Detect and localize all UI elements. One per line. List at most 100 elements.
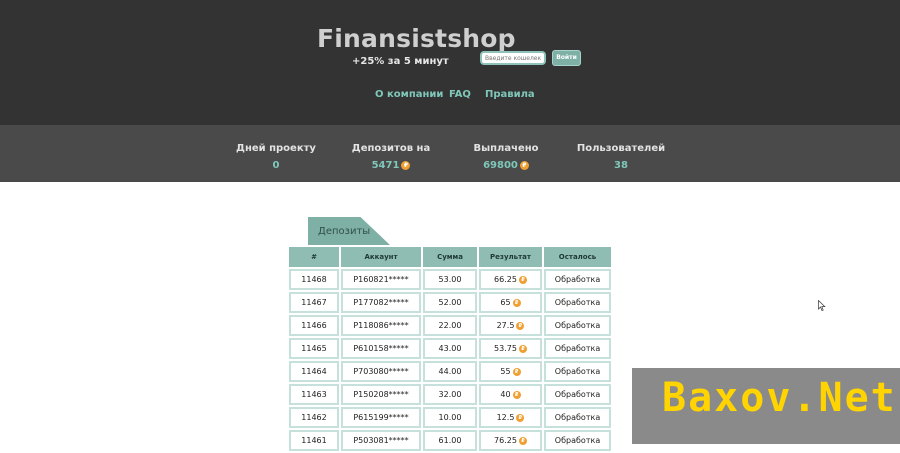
cell-result: 27.5 ₽ bbox=[479, 315, 542, 336]
cell-id: 11466 bbox=[289, 315, 339, 336]
nav-about[interactable]: О компании bbox=[375, 89, 443, 100]
cell-amount: 22.00 bbox=[423, 315, 477, 336]
watermark-text: Baxov.Net bbox=[662, 375, 897, 421]
cell-account: P615199***** bbox=[341, 407, 421, 428]
cell-result-text: 65 bbox=[500, 298, 511, 307]
cell-status-text: Обработка bbox=[554, 390, 601, 399]
cell-account-text: P703080***** bbox=[353, 367, 409, 376]
site-tagline: +25% за 5 минут bbox=[352, 56, 449, 67]
cell-amount-text: 22.00 bbox=[438, 321, 462, 330]
cell-status-text: Обработка bbox=[554, 344, 601, 353]
cell-account: P177082***** bbox=[341, 292, 421, 313]
tab-deposits[interactable]: Депозиты bbox=[308, 217, 390, 245]
cell-result: 66.25 ₽ bbox=[479, 269, 542, 290]
cell-id-text: 11466 bbox=[301, 321, 327, 330]
cell-account: P610158***** bbox=[341, 338, 421, 359]
table-row: 11463 P150208***** 32.00 40 ₽ Обработка bbox=[289, 384, 611, 405]
cell-id-text: 11464 bbox=[301, 367, 327, 376]
cell-status: Обработка bbox=[544, 361, 611, 382]
cell-status: Обработка bbox=[544, 269, 611, 290]
login-button[interactable]: Войти bbox=[552, 50, 581, 66]
cell-status-text: Обработка bbox=[554, 367, 601, 376]
cell-amount-text: 52.00 bbox=[438, 298, 462, 307]
cell-result: 12.5 ₽ bbox=[479, 407, 542, 428]
mouse-cursor-icon bbox=[818, 300, 826, 311]
cell-account: P160821***** bbox=[341, 269, 421, 290]
coin-icon: ₽ bbox=[518, 275, 527, 284]
cell-amount: 61.00 bbox=[423, 430, 477, 451]
stats-bar: Дней проекту 0 Депозитов на 5471 ₽ Выплач… bbox=[0, 125, 900, 182]
stat-label: Пользователей bbox=[576, 143, 666, 154]
cell-id-text: 11465 bbox=[301, 344, 327, 353]
cell-id: 11468 bbox=[289, 269, 339, 290]
cell-status: Обработка bbox=[544, 338, 611, 359]
column-header-id: # bbox=[289, 247, 339, 267]
cell-status-text: Обработка bbox=[554, 298, 601, 307]
site-header: Finansistshop +25% за 5 минут Войти О ко… bbox=[0, 0, 900, 125]
cell-status-text: Обработка bbox=[554, 413, 601, 422]
cell-amount-text: 32.00 bbox=[438, 390, 462, 399]
cell-id: 11463 bbox=[289, 384, 339, 405]
coin-icon: ₽ bbox=[516, 321, 525, 330]
cell-status: Обработка bbox=[544, 384, 611, 405]
cell-status-text: Обработка bbox=[554, 321, 601, 330]
cell-amount: 32.00 bbox=[423, 384, 477, 405]
cell-amount-text: 10.00 bbox=[438, 413, 462, 422]
cell-account-text: P150208***** bbox=[353, 390, 409, 399]
cell-account: P118086***** bbox=[341, 315, 421, 336]
cell-account-text: P177082***** bbox=[353, 298, 409, 307]
coin-icon: ₽ bbox=[518, 436, 527, 445]
cell-status-text: Обработка bbox=[554, 275, 601, 284]
cell-amount: 53.00 bbox=[423, 269, 477, 290]
stat-value: 38 bbox=[614, 160, 628, 171]
cell-id: 11461 bbox=[289, 430, 339, 451]
cell-result-text: 27.5 bbox=[496, 321, 515, 330]
cell-id: 11462 bbox=[289, 407, 339, 428]
column-header-amount: Сумма bbox=[423, 247, 477, 267]
cell-amount: 44.00 bbox=[423, 361, 477, 382]
cell-amount: 43.00 bbox=[423, 338, 477, 359]
coin-icon: ₽ bbox=[519, 160, 529, 170]
cell-id-text: 11467 bbox=[301, 298, 327, 307]
cell-amount-text: 44.00 bbox=[438, 367, 462, 376]
cell-amount: 10.00 bbox=[423, 407, 477, 428]
cell-result-text: 12.5 bbox=[496, 413, 515, 422]
cell-status: Обработка bbox=[544, 430, 611, 451]
table-row: 11462 P615199***** 10.00 12.5 ₽ Обработка bbox=[289, 407, 611, 428]
cell-account-text: P610158***** bbox=[353, 344, 409, 353]
nav-rules[interactable]: Правила bbox=[485, 89, 535, 100]
table-row: 11461 P503081***** 61.00 76.25 ₽ Обработка bbox=[289, 430, 611, 451]
cell-account-text: P118086***** bbox=[353, 321, 409, 330]
coin-icon: ₽ bbox=[512, 298, 521, 307]
cell-account: P703080***** bbox=[341, 361, 421, 382]
coin-icon: ₽ bbox=[518, 344, 527, 353]
wallet-input[interactable] bbox=[480, 51, 546, 65]
cell-result: 76.25 ₽ bbox=[479, 430, 542, 451]
coin-icon: ₽ bbox=[512, 390, 521, 399]
cell-result-text: 55 bbox=[500, 367, 511, 376]
cell-result-text: 66.25 bbox=[494, 275, 517, 284]
coin-icon: ₽ bbox=[512, 367, 521, 376]
cell-account: P503081***** bbox=[341, 430, 421, 451]
cell-id-text: 11468 bbox=[301, 275, 327, 284]
cell-amount: 52.00 bbox=[423, 292, 477, 313]
column-header-account: Аккаунт bbox=[341, 247, 421, 267]
cell-result: 53.75 ₽ bbox=[479, 338, 542, 359]
column-header-remaining: Осталось bbox=[544, 247, 611, 267]
cell-result: 65 ₽ bbox=[479, 292, 542, 313]
cell-id: 11464 bbox=[289, 361, 339, 382]
table-row: 11464 P703080***** 44.00 55 ₽ Обработка bbox=[289, 361, 611, 382]
cell-status: Обработка bbox=[544, 292, 611, 313]
nav-faq[interactable]: FAQ bbox=[449, 89, 471, 100]
table-header-row: # Аккаунт Сумма Результат Осталось bbox=[289, 247, 611, 267]
cell-result-text: 53.75 bbox=[494, 344, 517, 353]
cell-status: Обработка bbox=[544, 407, 611, 428]
site-logo[interactable]: Finansistshop bbox=[317, 24, 516, 53]
cell-account: P150208***** bbox=[341, 384, 421, 405]
cell-status: Обработка bbox=[544, 315, 611, 336]
cell-account-text: P615199***** bbox=[353, 413, 409, 422]
cell-result: 40 ₽ bbox=[479, 384, 542, 405]
table-row: 11468 P160821***** 53.00 66.25 ₽ Обработка bbox=[289, 269, 611, 290]
deposits-table: # Аккаунт Сумма Результат Осталось 11468… bbox=[287, 245, 613, 453]
cell-amount-text: 53.00 bbox=[438, 275, 462, 284]
